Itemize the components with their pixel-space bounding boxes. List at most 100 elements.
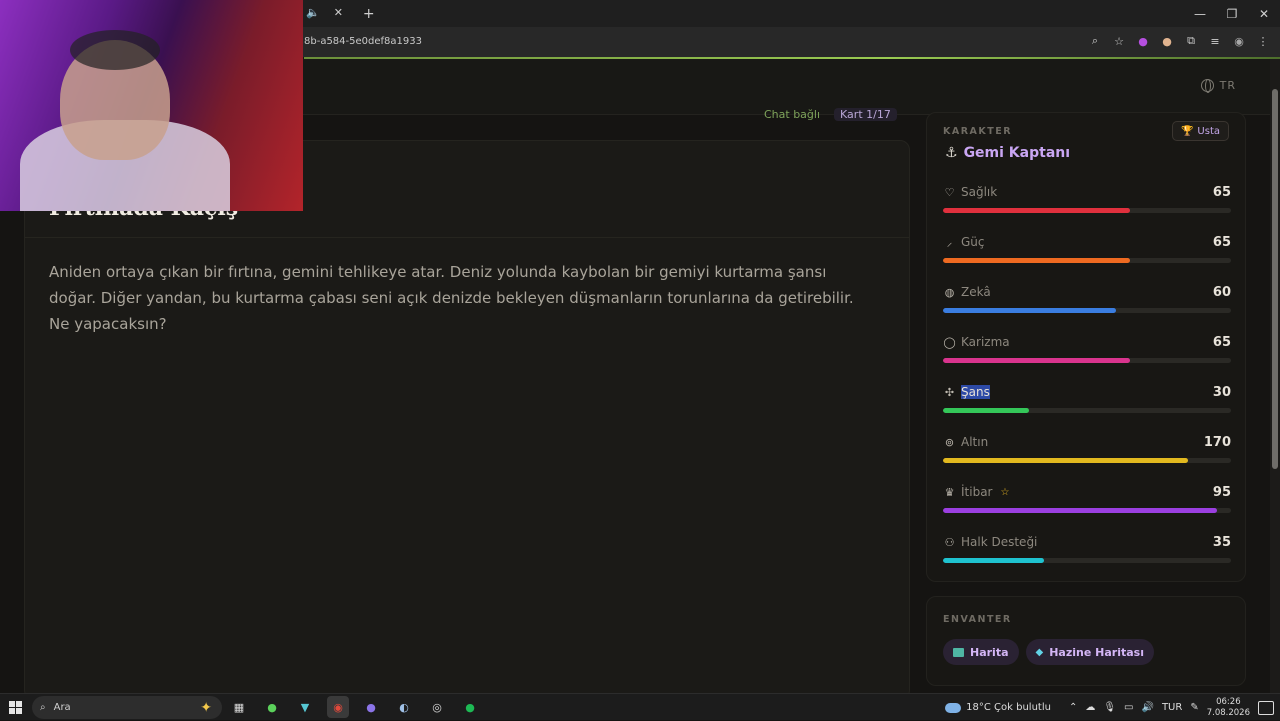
inventory-panel: ENVANTER Harita ◆ Hazine Haritası	[926, 596, 1246, 686]
stat-label: Karizma	[961, 335, 1010, 349]
tray-lang[interactable]: TUR	[1162, 702, 1182, 713]
clock-date: 7.08.2026	[1206, 707, 1250, 718]
story-divider	[25, 237, 909, 238]
language-switch[interactable]: TR	[1200, 79, 1236, 93]
extension-face-icon[interactable]: ●	[1160, 33, 1174, 49]
coins-icon: ⊚	[944, 435, 955, 449]
scroll-thumb[interactable]	[1272, 89, 1278, 469]
obs-icon[interactable]: ◎	[426, 696, 448, 718]
trophy-icon: 🏆	[1180, 125, 1194, 137]
heart-icon: ♡	[944, 185, 955, 199]
stat-bar-track	[943, 258, 1231, 263]
url-bar[interactable]: 8b-a584-5e0def8a1933	[304, 36, 422, 47]
stat-label: Zekâ	[961, 285, 991, 299]
inventory-item-harita[interactable]: Harita	[943, 639, 1019, 665]
extension-purple-icon[interactable]: ●	[1136, 33, 1150, 49]
stat-value: 65	[1212, 184, 1231, 200]
stat-label: Altın	[961, 435, 989, 449]
display-icon[interactable]: ▭	[1124, 702, 1133, 713]
stat-guc: ⸝ Güç 65	[943, 233, 1231, 269]
gem-icon: ◆	[1035, 646, 1044, 658]
restore-icon[interactable]: ❐	[1216, 0, 1248, 27]
stat-sans: ✣ Şans 30	[943, 383, 1231, 419]
teal-app-icon[interactable]: ▼	[294, 696, 316, 718]
card-counter: Kart 1/17	[834, 108, 897, 121]
stat-bar-fill	[943, 308, 1116, 313]
taskbar-apps: ▦ ● ▼ ◉ ● ◐ ◎ ●	[228, 696, 481, 718]
search-icon: ⌕	[40, 702, 46, 713]
stat-bar-fill	[943, 358, 1131, 363]
map-icon	[953, 647, 964, 657]
star-icon: ☆	[1000, 486, 1010, 498]
page-scrollbar[interactable]	[1270, 59, 1280, 693]
stat-halk-destegi: ⚇ Halk Desteği 35	[943, 533, 1231, 569]
stat-bar-fill	[943, 208, 1131, 213]
clock[interactable]: 06:26 7.08.2026	[1207, 697, 1250, 719]
status-crumbs: Chat bağlı Kart 1/17	[764, 108, 897, 121]
character-label: KARAKTER	[943, 126, 1013, 137]
window-controls: — ❐ ✕	[1184, 0, 1280, 27]
discord-icon[interactable]: ●	[360, 696, 382, 718]
steam-icon[interactable]: ◐	[393, 696, 415, 718]
sparkle-icon: ✦	[200, 699, 212, 716]
cloud-icon	[945, 702, 962, 713]
notification-icon[interactable]	[1258, 700, 1274, 715]
stat-bar-fill	[943, 508, 1217, 513]
stat-value: 65	[1212, 234, 1231, 250]
stat-label: İtibar	[961, 485, 993, 499]
chrome-icon[interactable]: ◉	[327, 696, 349, 718]
stat-label: Halk Desteği	[961, 535, 1038, 549]
close-icon[interactable]: ✕	[334, 6, 343, 22]
weather-widget[interactable]: 18°C Çok bulutlu	[945, 702, 1051, 713]
stat-value: 95	[1212, 484, 1231, 500]
taskbar-search[interactable]: ⌕ Ara ✦	[32, 696, 222, 719]
media-icon[interactable]: ≡	[1208, 33, 1222, 49]
profile-avatar-icon[interactable]: ◉	[1232, 33, 1246, 49]
stat-label: Şans	[961, 385, 990, 399]
windows-start-icon[interactable]	[9, 701, 22, 714]
stat-bar-track	[943, 308, 1231, 313]
window-close-icon[interactable]: ✕	[1248, 0, 1280, 27]
stat-value: 60	[1212, 284, 1231, 300]
stat-bar-track	[943, 508, 1231, 513]
crown-icon: ♛	[944, 485, 955, 499]
network-icon[interactable]: ☁	[1085, 702, 1095, 713]
inventory-item-hazine-haritasi[interactable]: ◆ Hazine Haritası	[1025, 639, 1154, 665]
brain-icon: ◍	[944, 285, 955, 299]
toolbar-icons: ⌕ ☆ ● ● ⧉ ≡ ◉ ⋮	[1088, 33, 1270, 49]
menu-icon[interactable]: ⋮	[1256, 33, 1270, 49]
stat-label: Sağlık	[961, 185, 998, 199]
sword-icon: ⸝	[946, 235, 953, 249]
stat-saglik: ♡ Sağlık 65	[943, 183, 1231, 219]
stat-label: Güç	[961, 235, 985, 249]
zoom-icon[interactable]: ⌕	[1088, 33, 1102, 49]
pen-icon[interactable]: ✎	[1190, 702, 1198, 713]
windows-taskbar: ⌕ Ara ✦ ▦ ● ▼ ◉ ● ◐ ◎ ● 18°C Çok bulutlu…	[0, 693, 1280, 720]
plus-icon[interactable]: +	[363, 6, 375, 22]
rank-label: Usta	[1197, 125, 1220, 137]
task-view-icon[interactable]: ▦	[228, 696, 250, 718]
extensions-icon[interactable]: ⧉	[1184, 33, 1198, 49]
stat-bar-track	[943, 458, 1231, 463]
inventory-label: ENVANTER	[943, 614, 1012, 625]
clover-icon: ✣	[944, 385, 955, 399]
clock-time: 06:26	[1216, 696, 1241, 707]
stat-value: 35	[1212, 534, 1231, 550]
minimize-icon[interactable]: —	[1184, 0, 1216, 27]
volume-icon[interactable]: 🔊	[1142, 702, 1154, 713]
stat-bar-fill	[943, 458, 1188, 463]
weather-text: 18°C Çok bulutlu	[966, 702, 1051, 713]
chevron-up-icon[interactable]: ⌃	[1069, 702, 1077, 713]
stat-zeka: ◍ Zekâ 60	[943, 283, 1231, 319]
spotify-icon[interactable]: ●	[459, 696, 481, 718]
mic-icon[interactable]: 🎙	[1103, 702, 1116, 713]
stat-altin: ⊚ Altın 170	[943, 433, 1231, 469]
green-app-icon[interactable]: ●	[261, 696, 283, 718]
tab-controls: 🔈 ✕ +	[306, 6, 375, 22]
speaker-icon[interactable]: 🔈	[306, 6, 320, 22]
stat-bar-fill	[943, 558, 1044, 563]
language-label: TR	[1219, 79, 1236, 92]
bookmark-star-icon[interactable]: ☆	[1112, 33, 1126, 49]
stat-itibar: ♛ İtibar ☆ 95	[943, 483, 1231, 519]
people-icon: ⚇	[944, 535, 955, 549]
